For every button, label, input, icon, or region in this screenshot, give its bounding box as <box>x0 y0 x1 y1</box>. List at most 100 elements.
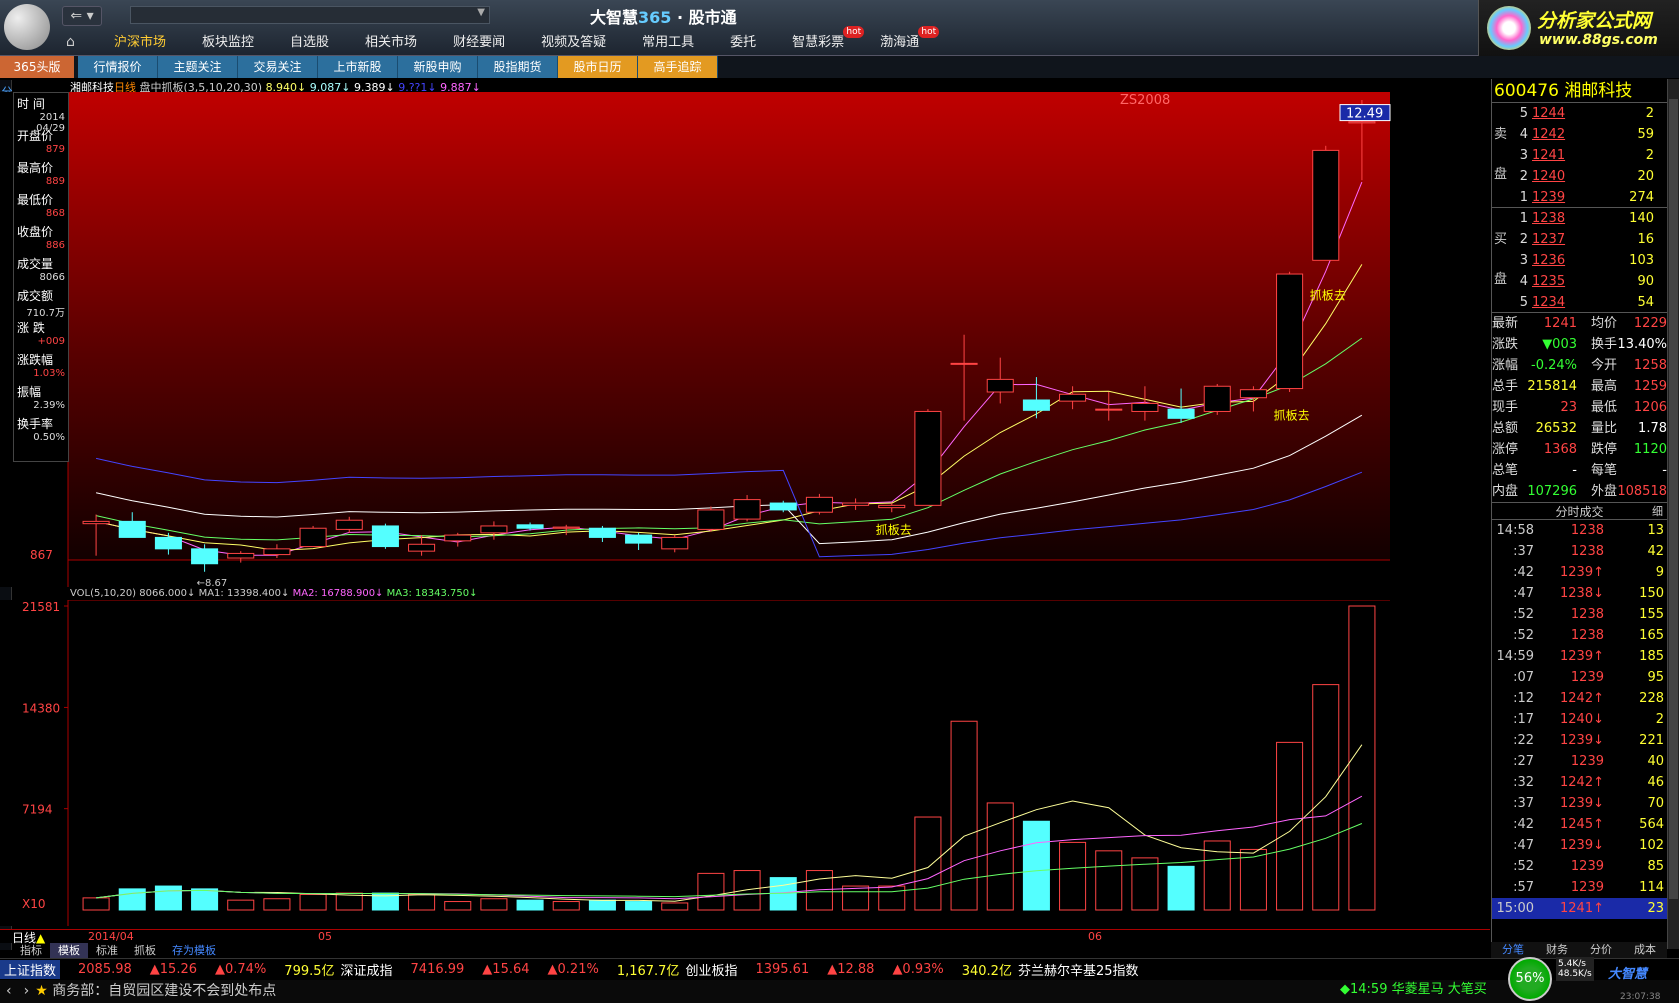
price[interactable]: 1240 <box>1532 166 1592 187</box>
subtab[interactable]: 行情报价 <box>78 56 158 78</box>
bottom-tab[interactable]: 存为模板 <box>164 943 224 958</box>
tick-row[interactable]: :52 1238 165 <box>1492 625 1667 646</box>
volume-bar <box>299 894 327 911</box>
asks-row[interactable]: 1 1239 274 <box>1492 187 1654 208</box>
tick-row[interactable]: :47 1238↓ 150 <box>1492 583 1667 604</box>
tick-row[interactable]: :42 1245↑ 564 <box>1492 814 1667 835</box>
tick-row[interactable]: :32 1242↑ 46 <box>1492 772 1667 793</box>
tab-365-headlines[interactable]: 365头版 <box>0 56 74 78</box>
tick-row[interactable]: :52 1238 155 <box>1492 604 1667 625</box>
menu-item[interactable]: 财经要闻 <box>435 32 523 54</box>
tick-row[interactable]: :52 1239 85 <box>1492 856 1667 877</box>
stat-value: ▼003 <box>1542 337 1577 352</box>
subtab[interactable]: 交易关注 <box>238 56 318 78</box>
tick-row[interactable]: 14:58 1238 13 <box>1492 520 1667 541</box>
stat-key: 最高 <box>1590 379 1617 394</box>
asks-row[interactable]: 4 1242 59 <box>1492 124 1654 145</box>
tick-row[interactable]: :12 1242↑ 228 <box>1492 688 1667 709</box>
bottom-tab[interactable]: 模板 <box>50 943 88 958</box>
tick-row[interactable]: :57 1239 114 <box>1492 877 1667 898</box>
subtab[interactable]: 上市新股 <box>318 56 398 78</box>
candle-body <box>1131 402 1159 412</box>
price[interactable]: 1242 <box>1532 124 1592 145</box>
brand-banner[interactable]: 分析家公式网 www.88gs.com <box>1478 0 1679 56</box>
price[interactable]: 1237 <box>1532 229 1592 250</box>
command-input[interactable]: ▼ <box>130 6 490 24</box>
menu-item[interactable]: 自选股 <box>272 32 347 54</box>
menu-item[interactable]: 智慧彩票 hot <box>774 26 865 54</box>
chevron-right-icon[interactable]: › <box>24 983 30 999</box>
news-alert[interactable]: ◆14:59 华菱星马 大笔买 <box>1340 980 1487 1000</box>
tick-row[interactable]: :37 1238 42 <box>1492 541 1667 562</box>
price[interactable]: 1241 <box>1532 145 1592 166</box>
price[interactable]: 1244 <box>1532 103 1592 124</box>
bids-row[interactable]: 5 1234 54 <box>1492 292 1654 313</box>
bottom-tab[interactable]: 抓板 <box>126 943 164 958</box>
info-row: 涨 跌 +009 <box>14 317 68 349</box>
subtab[interactable]: 高手追踪 <box>638 56 718 78</box>
asks-row[interactable]: 3 1241 2 <box>1492 145 1654 166</box>
bids-row[interactable]: 4 1235 90 <box>1492 271 1654 292</box>
menu-item[interactable]: 视频及答疑 <box>523 32 624 54</box>
candle-body <box>588 527 616 538</box>
tick-row[interactable]: :22 1239↓ 221 <box>1492 730 1667 751</box>
volume-chart[interactable]: 21581 14380 7194 X10 <box>0 600 1490 926</box>
scrollbar-thumb[interactable] <box>1669 99 1678 899</box>
subtab[interactable]: 新股申购 <box>398 56 478 78</box>
price[interactable]: 1238 <box>1532 208 1592 229</box>
info-label: 成交额 <box>17 289 54 303</box>
subtab[interactable]: 股指期货 <box>478 56 558 78</box>
ticks-detail-button[interactable]: 细 <box>1652 503 1663 521</box>
index-ticker[interactable]: 上证指数 2085.98 ▲15.26 ▲0.74% 799.5亿 深证成指 7416.99… <box>0 958 1679 980</box>
menu-item[interactable]: 沪深市场 <box>96 32 184 54</box>
tick-row[interactable]: :07 1239 95 <box>1492 667 1667 688</box>
subtab[interactable]: 股市日历 <box>558 56 638 78</box>
tick-row[interactable]: :37 1239↓ 70 <box>1492 793 1667 814</box>
back-forward-buttons[interactable]: ⇐ ▾ <box>62 6 102 26</box>
menu-item[interactable]: 委托 <box>712 32 774 54</box>
bids-row[interactable]: 2 1237 16 <box>1492 229 1654 250</box>
index-name[interactable]: 深证成指 <box>341 960 393 979</box>
bids-row[interactable]: 3 1236 103 <box>1492 250 1654 271</box>
price-chart[interactable]: 867ZS2008抓板去抓板去抓板去←8.6712.49 <box>0 92 1490 587</box>
index-name[interactable]: 芬兰赫尔辛基25指数 <box>1018 960 1139 979</box>
home-icon[interactable]: ⌂ <box>66 34 82 50</box>
tick-row[interactable]: :27 1239 40 <box>1492 751 1667 772</box>
volume-bar <box>733 870 761 911</box>
chevron-left-icon[interactable]: ‹ <box>6 983 12 999</box>
star-icon: ★ <box>35 983 48 999</box>
menu-item[interactable]: 渤海通 hot <box>862 26 940 54</box>
index-name[interactable]: 上证指数 <box>0 960 61 979</box>
bottom-tab[interactable]: 指标 <box>12 943 50 958</box>
index-change: ▲15.26 <box>149 962 197 977</box>
tick-row[interactable]: :17 1240↓ 2 <box>1492 709 1667 730</box>
bottom-tab[interactable]: 标准 <box>88 943 126 958</box>
tick-time: :12 <box>1513 691 1534 706</box>
menu-item[interactable]: 常用工具 <box>624 32 712 54</box>
tick-row[interactable]: :42 1239↑ 9 <box>1492 562 1667 583</box>
asks-row[interactable]: 5 1244 2 <box>1492 103 1654 124</box>
index-name[interactable]: 创业板指 <box>685 960 737 979</box>
vertical-scrollbar[interactable] <box>1667 79 1679 949</box>
tick-volume: 221 <box>1639 733 1664 748</box>
price[interactable]: 1236 <box>1532 250 1592 271</box>
volume-bar <box>191 888 219 911</box>
ticks-list[interactable]: 14:58 1238 13:37 1238 42:42 1239↑ 9:47 1238↓ 150… <box>1492 520 1667 919</box>
price[interactable]: 1234 <box>1532 292 1592 313</box>
tick-row[interactable]: :47 1239↓ 102 <box>1492 835 1667 856</box>
price[interactable]: 1239 <box>1532 187 1592 208</box>
vol-ma2: MA2: 16788.900↓ <box>292 588 384 599</box>
chevron-down-icon[interactable]: ▼ <box>477 7 485 18</box>
tick-row[interactable]: 14:59 1239↑ 185 <box>1492 646 1667 667</box>
volume-bar <box>914 816 942 911</box>
menu-item[interactable]: 相关市场 <box>347 32 435 54</box>
subtab[interactable]: 主题关注 <box>158 56 238 78</box>
menu-item[interactable]: 板块监控 <box>184 32 272 54</box>
tick-price: 1238 <box>1570 607 1604 622</box>
stat-key: 每笔 <box>1590 463 1617 478</box>
news-headline[interactable]: 商务部：自贸园区建设不会到处布点 <box>52 983 276 999</box>
tick-row[interactable]: 15:00 1241↑ 23 <box>1492 898 1667 919</box>
price[interactable]: 1235 <box>1532 271 1592 292</box>
bids-row[interactable]: 1 1238 140 <box>1492 208 1654 229</box>
asks-row[interactable]: 2 1240 20 <box>1492 166 1654 187</box>
